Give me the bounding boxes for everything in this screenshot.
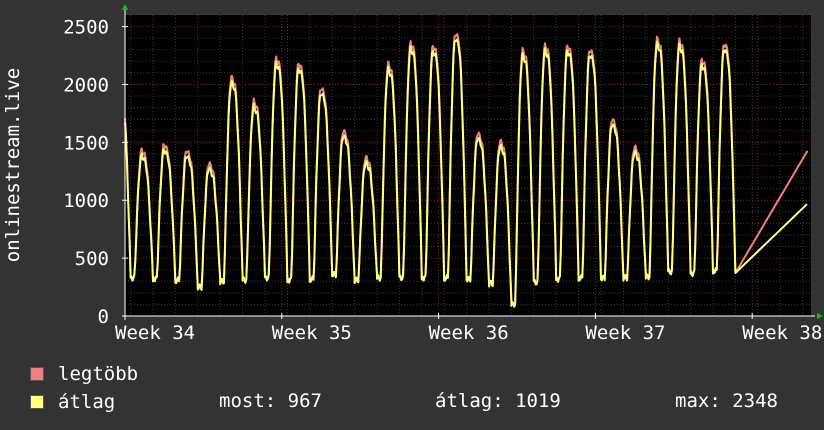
x-axis-arrow-icon	[817, 313, 823, 319]
y-tick-labels: 0 500 1000 1500 2000 2500	[63, 17, 109, 328]
x-tick-label: Week 36	[429, 322, 509, 344]
x-tick-label: Week 35	[272, 322, 352, 344]
y-axis-label: onlinestream.live	[2, 68, 24, 262]
max-value-stat: max: 2348	[675, 390, 778, 412]
x-tick-label: Week 34	[115, 322, 195, 344]
x-tick-label: Week 37	[585, 322, 665, 344]
y-tick-label: 0	[98, 306, 109, 328]
x-tick-labels: Week 34 Week 35 Week 36 Week 37 Week 38	[115, 322, 822, 344]
legend-item-max: legtöbb	[30, 362, 138, 386]
x-tick-label: Week 38	[742, 322, 822, 344]
max-series-label: legtöbb	[58, 363, 139, 385]
y-tick-label: 2500	[63, 17, 109, 39]
avg-series-swatch	[30, 395, 44, 409]
legend-item-avg: átlag	[30, 390, 115, 414]
y-axis-arrow-icon	[122, 4, 128, 10]
y-tick-label: 1000	[63, 190, 109, 212]
y-tick-label: 500	[75, 248, 109, 270]
y-tick-label: 2000	[63, 74, 109, 96]
avg-series-label: átlag	[58, 391, 116, 413]
max-series-swatch	[30, 367, 44, 381]
y-tick-label: 1500	[63, 132, 109, 154]
average-value-stat: átlag: 1019	[435, 390, 561, 412]
current-value-stat: most: 967	[219, 390, 322, 412]
